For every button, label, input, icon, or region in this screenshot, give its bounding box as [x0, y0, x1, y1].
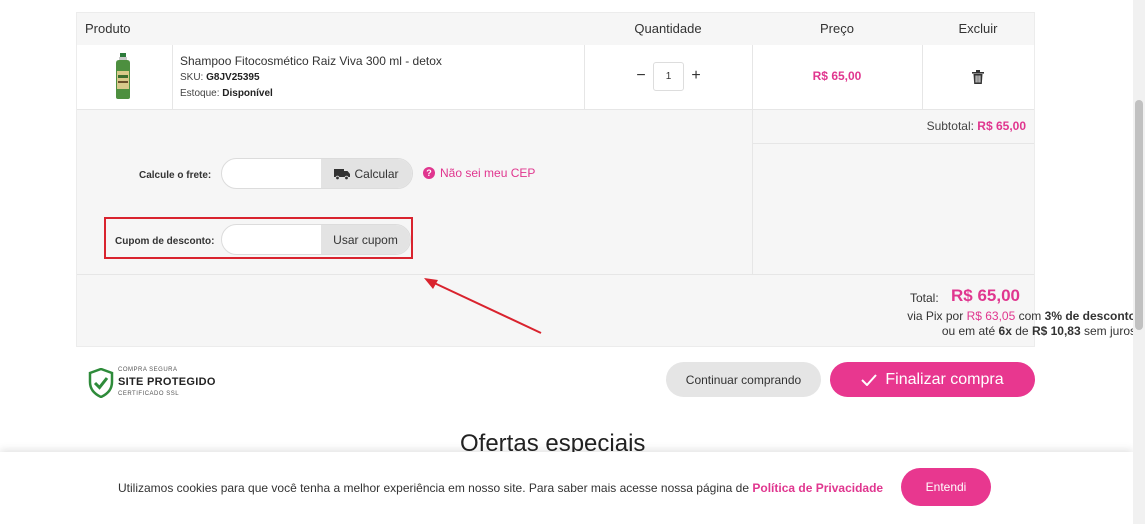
- install-of: de: [1015, 324, 1029, 338]
- seal-top-text: COMPRA SEGURA: [118, 367, 178, 373]
- install-value: R$ 10,83: [1031, 324, 1081, 338]
- quantity-input[interactable]: 1: [653, 62, 684, 91]
- question-circle-icon: ?: [423, 167, 435, 179]
- pix-prefix: via Pix por: [907, 309, 964, 323]
- seal-main-text: SITE PROTEGIDO: [118, 376, 216, 388]
- subtotal: Subtotal: R$ 65,00: [927, 119, 1026, 133]
- continue-shopping-button[interactable]: Continuar comprando: [666, 362, 821, 397]
- item-price: R$ 65,00: [812, 69, 862, 83]
- pix-price-line: via Pix por R$ 63,05 com 3% de desconto: [907, 309, 1136, 323]
- product-stock: Estoque: Disponível: [180, 88, 273, 99]
- cookie-message: Utilizamos cookies para que você tenha a…: [118, 481, 883, 495]
- cart-table: Produto Quantidade Preço Excluir Shampoo…: [76, 12, 1035, 347]
- privacy-policy-link[interactable]: Política de Privacidade: [752, 481, 883, 495]
- shield-check-icon: [88, 368, 114, 398]
- pix-with: com: [1018, 309, 1042, 323]
- install-prefix: ou em até: [941, 324, 996, 338]
- calculate-shipping-button[interactable]: Calcular: [321, 159, 412, 188]
- checkout-button[interactable]: Finalizar compra: [830, 362, 1035, 397]
- unknown-cep-label: Não sei meu CEP: [440, 166, 536, 180]
- stock-label: Estoque:: [180, 88, 220, 99]
- sku-label: SKU:: [180, 72, 204, 83]
- scrollbar-thumb[interactable]: [1135, 100, 1143, 330]
- checkout-label: Finalizar compra: [885, 370, 1004, 388]
- header-product: Produto: [85, 21, 131, 36]
- total-value: R$ 65,00: [951, 286, 1020, 305]
- annotation-arrow: [424, 278, 542, 334]
- calculate-label: Calcular: [354, 166, 399, 181]
- cart-page: Produto Quantidade Preço Excluir Shampoo…: [0, 0, 1145, 524]
- cookie-banner: Utilizamos cookies para que você tenha a…: [0, 452, 1133, 524]
- truck-icon: [334, 168, 351, 180]
- cart-item-row: Shampoo Fitocosmético Raiz Viva 300 ml -…: [77, 45, 1034, 109]
- subtotal-value: R$ 65,00: [977, 119, 1026, 133]
- subtotal-label: Subtotal:: [926, 119, 974, 133]
- install-suffix: sem juros: [1083, 324, 1136, 338]
- pix-discount: 3% de desconto: [1044, 309, 1136, 323]
- shipping-input-group: Calcular: [221, 158, 413, 189]
- unknown-cep-link[interactable]: ? Não sei meu CEP: [423, 166, 535, 180]
- header-delete: Excluir: [958, 21, 998, 36]
- total-label: Total:: [910, 291, 939, 305]
- quantity-increase-button[interactable]: +: [689, 67, 703, 85]
- product-sku: SKU: G8JV25395: [180, 72, 260, 83]
- coupon-highlight-box: [104, 217, 413, 259]
- cep-input[interactable]: [222, 159, 322, 188]
- header-quantity: Quantidade: [634, 21, 702, 36]
- install-count: 6x: [998, 324, 1012, 338]
- check-icon: [861, 373, 878, 386]
- accept-cookies-button[interactable]: Entendi: [901, 468, 991, 506]
- quantity-decrease-button[interactable]: −: [634, 67, 648, 85]
- trash-icon[interactable]: [972, 70, 984, 84]
- product-name[interactable]: Shampoo Fitocosmético Raiz Viva 300 ml -…: [180, 54, 442, 68]
- product-image[interactable]: [113, 53, 133, 99]
- shipping-label: Calcule o frete:: [139, 170, 212, 181]
- cookie-text: Utilizamos cookies para que você tenha a…: [118, 481, 750, 495]
- sku-value: G8JV25395: [206, 72, 260, 83]
- secure-site-seal: COMPRA SEGURA SITE PROTEGIDO CERTIFICADO…: [88, 366, 215, 400]
- header-price: Preço: [820, 21, 854, 36]
- stock-value: Disponível: [222, 88, 273, 99]
- installments-line: ou em até 6x de R$ 10,83 sem juros: [942, 324, 1136, 338]
- page-scrollbar[interactable]: [1133, 0, 1145, 524]
- seal-bottom-text: CERTIFICADO SSL: [118, 391, 180, 397]
- pix-value: R$ 63,05: [966, 309, 1016, 323]
